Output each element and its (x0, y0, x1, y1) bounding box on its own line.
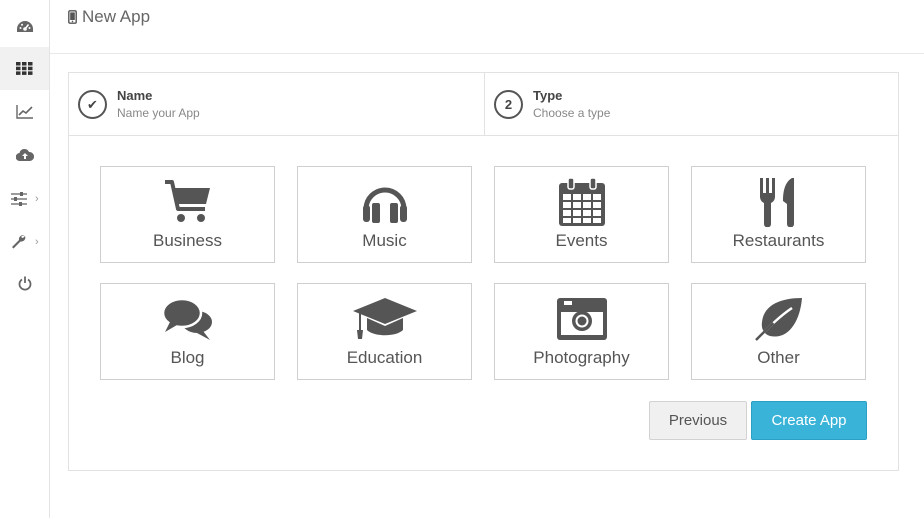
type-tile-label: Blog (170, 348, 205, 367)
shopping-cart-icon (164, 180, 210, 222)
sidebar-item-tools[interactable]: › (0, 220, 49, 263)
step-subtitle: Choose a type (533, 106, 611, 120)
page-title-text: New App (82, 7, 151, 26)
sidebar: › › (0, 0, 50, 518)
chevron-right-icon: › (35, 235, 39, 248)
calendar-icon (558, 177, 605, 226)
sidebar-item-apps[interactable] (0, 47, 49, 90)
sidebar-item-upload[interactable] (0, 133, 49, 176)
type-tile-label: Music (362, 231, 407, 250)
type-tile-events[interactable]: Events (494, 166, 669, 263)
sidebar-item-dashboard[interactable] (0, 5, 49, 48)
chevron-right-icon: › (35, 192, 39, 205)
type-tile-label: Photography (533, 348, 630, 367)
step-title: Name (117, 88, 153, 103)
graduation-cap-icon (352, 298, 417, 339)
type-tile-label: Restaurants (732, 231, 825, 250)
type-tile-other[interactable]: Other (691, 283, 866, 380)
step-subtitle: Name your App (117, 106, 200, 120)
wrench-icon (12, 235, 26, 249)
wizard-steps: ✔ Name Name your App 2 Type Choose a typ… (69, 73, 898, 136)
type-tile-label: Events (555, 231, 608, 250)
step-title: Type (533, 88, 563, 103)
create-app-button[interactable]: Create App (751, 401, 867, 440)
mobile-phone-icon (68, 10, 77, 24)
type-tile-blog[interactable]: Blog (100, 283, 275, 380)
type-tile-education[interactable]: Education (297, 283, 472, 380)
cloud-upload-icon (15, 148, 34, 161)
wizard-step-name[interactable]: ✔ Name Name your App (69, 73, 484, 135)
previous-button[interactable]: Previous (649, 401, 747, 440)
sliders-icon (10, 191, 27, 206)
headphones-icon (362, 187, 407, 223)
chat-bubbles-icon (161, 297, 214, 340)
type-tile-label: Business (153, 231, 222, 250)
step-number: 2 (494, 90, 523, 119)
type-tile-music[interactable]: Music (297, 166, 472, 263)
type-tile-business[interactable]: Business (100, 166, 275, 263)
fork-knife-icon (759, 178, 794, 227)
type-tile-restaurants[interactable]: Restaurants (691, 166, 866, 263)
page-title: New App (68, 7, 150, 27)
sidebar-item-analytics[interactable] (0, 90, 49, 133)
dashboard-icon (16, 20, 33, 32)
wizard-step-type[interactable]: 2 Type Choose a type (484, 73, 898, 135)
leaf-icon (754, 298, 802, 341)
page-header: New App (50, 0, 924, 54)
apps-grid-icon (16, 62, 33, 75)
type-tile-label: Other (757, 348, 800, 367)
type-tile-photography[interactable]: Photography (494, 283, 669, 380)
power-icon (18, 276, 31, 291)
camera-icon (556, 298, 607, 340)
sidebar-item-settings[interactable]: › (0, 177, 49, 220)
analytics-chart-icon (15, 104, 33, 119)
type-tile-label: Education (346, 348, 423, 367)
step-complete-check-icon: ✔ (78, 90, 107, 119)
sidebar-item-logout[interactable] (0, 262, 49, 305)
